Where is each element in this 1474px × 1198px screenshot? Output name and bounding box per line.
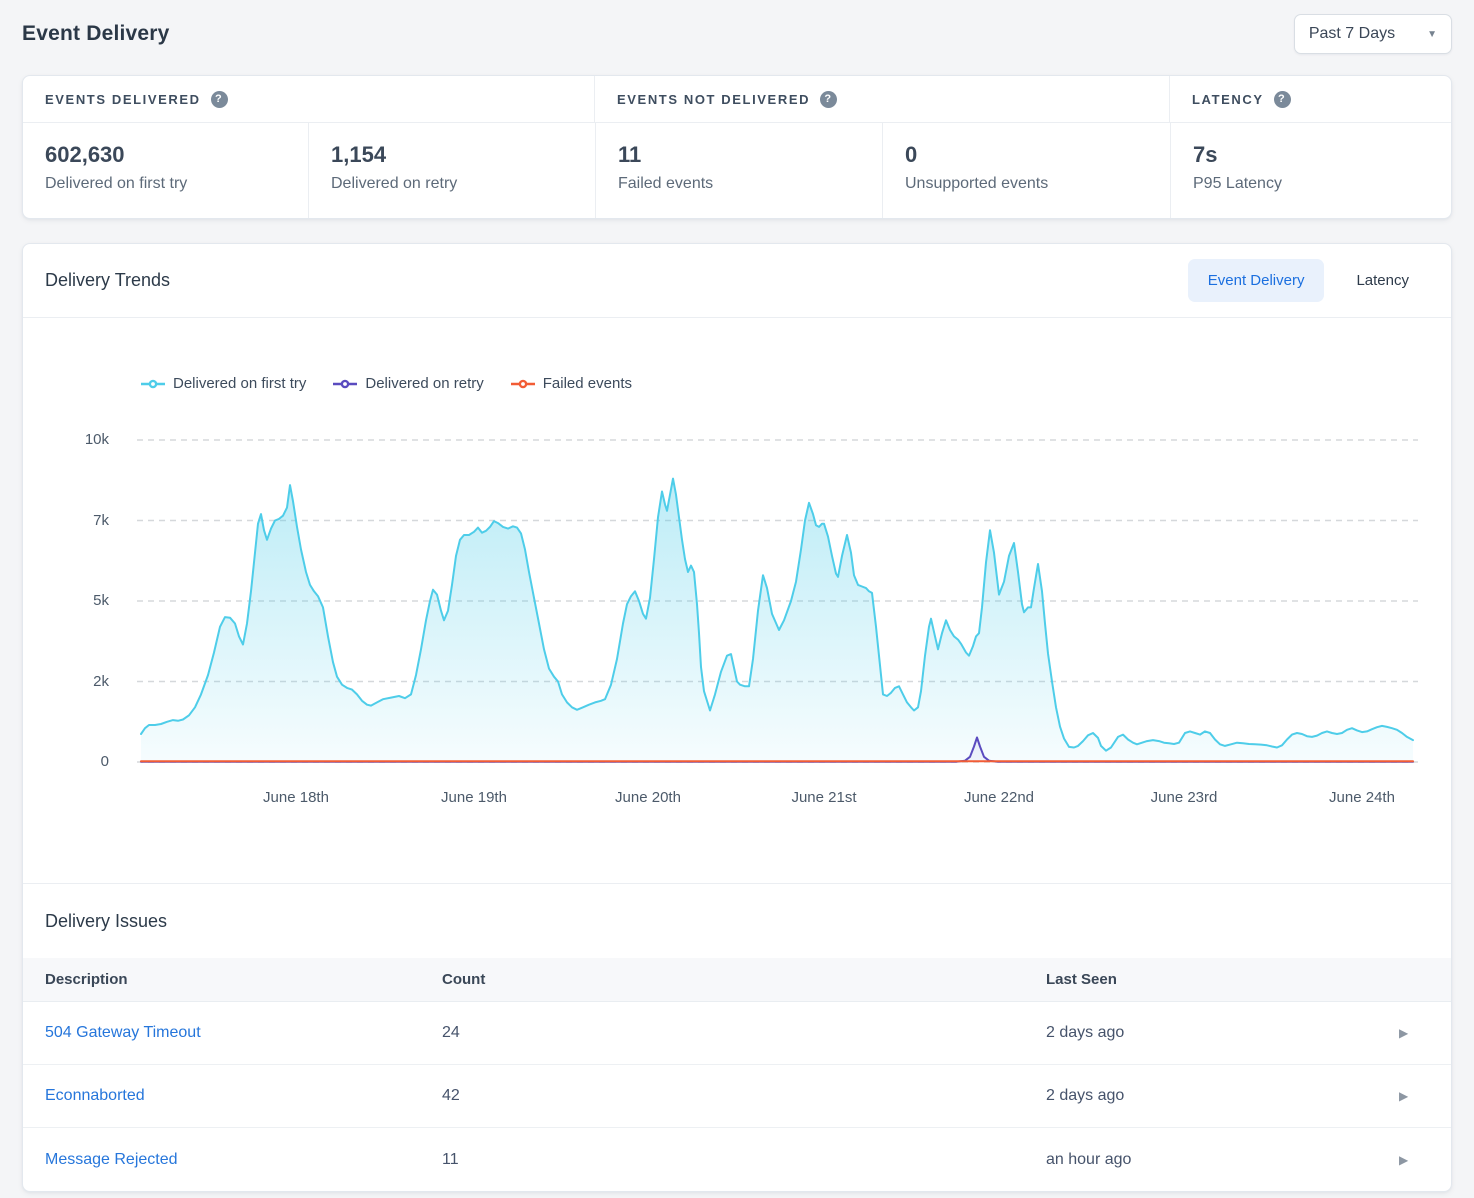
stat-delivered-first-try: 602,630 Delivered on first try <box>23 123 309 218</box>
trends-title: Delivery Trends <box>45 270 170 291</box>
y-axis-tick: 7k <box>23 511 109 531</box>
issue-count: 24 <box>442 1024 1046 1042</box>
line-dot-marker-icon <box>511 378 535 390</box>
stat-value: 7s <box>1193 142 1451 168</box>
delivery-issues-section: Delivery Issues Description Count Last S… <box>23 883 1451 1191</box>
chevron-right-icon[interactable]: ▶ <box>1399 1089 1451 1103</box>
table-row[interactable]: 504 Gateway Timeout 24 2 days ago ▶ <box>23 1002 1451 1065</box>
stats-group-label: EVENTS NOT DELIVERED <box>617 92 810 107</box>
stat-caption: Failed events <box>618 175 882 193</box>
issue-count: 11 <box>442 1151 1046 1169</box>
x-axis-label: June 23rd <box>1119 789 1249 806</box>
x-axis-label: June 18th <box>231 789 361 806</box>
help-icon[interactable]: ? <box>1274 91 1291 108</box>
stats-group-events-not-delivered: EVENTS NOT DELIVERED ? <box>595 76 1170 122</box>
issue-link[interactable]: 504 Gateway Timeout <box>45 1024 201 1041</box>
x-axis-label: June 24th <box>1297 789 1427 806</box>
trends-chart-svg <box>23 417 1453 777</box>
chevron-right-icon[interactable]: ▶ <box>1399 1153 1451 1167</box>
stats-group-latency: LATENCY ? <box>1170 76 1451 122</box>
stats-card: EVENTS DELIVERED ? EVENTS NOT DELIVERED … <box>22 75 1452 219</box>
legend-label: Delivered on retry <box>365 375 483 392</box>
stats-values-row: 602,630 Delivered on first try 1,154 Del… <box>23 123 1451 218</box>
stats-group-events-delivered: EVENTS DELIVERED ? <box>23 76 595 122</box>
stat-p95-latency: 7s P95 Latency <box>1171 123 1451 218</box>
y-axis-tick: 5k <box>23 591 109 611</box>
legend-label: Failed events <box>543 375 632 392</box>
stat-value: 11 <box>618 142 882 168</box>
chart-legend: Delivered on first try Delivered on retr… <box>141 375 632 392</box>
table-row[interactable]: Econnaborted 42 2 days ago ▶ <box>23 1065 1451 1128</box>
issue-last-seen: 2 days ago <box>1046 1087 1399 1105</box>
column-count: Count <box>442 971 1046 988</box>
issue-count: 42 <box>442 1087 1046 1105</box>
stats-group-label: LATENCY <box>1192 92 1264 107</box>
help-icon[interactable]: ? <box>211 91 228 108</box>
issues-table-header: Description Count Last Seen <box>23 958 1451 1002</box>
stat-value: 0 <box>905 142 1170 168</box>
legend-item-retry[interactable]: Delivered on retry <box>333 375 483 392</box>
table-row[interactable]: Message Rejected 11 an hour ago ▶ <box>23 1128 1451 1191</box>
line-dot-marker-icon <box>141 378 165 390</box>
stat-caption: Delivered on first try <box>45 175 308 193</box>
trends-card: Delivery Trends Event Delivery Latency D… <box>22 243 1452 1192</box>
y-axis-tick: 10k <box>23 430 109 450</box>
chevron-right-icon[interactable]: ▶ <box>1399 1026 1451 1040</box>
stat-value: 602,630 <box>45 142 308 168</box>
stats-header-row: EVENTS DELIVERED ? EVENTS NOT DELIVERED … <box>23 76 1451 123</box>
y-axis-tick: 2k <box>23 672 109 692</box>
x-axis-label: June 21st <box>759 789 889 806</box>
legend-item-failed[interactable]: Failed events <box>511 375 632 392</box>
x-axis-label: June 20th <box>583 789 713 806</box>
stat-failed-events: 11 Failed events <box>596 123 883 218</box>
stat-value: 1,154 <box>331 142 595 168</box>
event-delivery-page: Event Delivery Past 7 Days ▼ EVENTS DELI… <box>0 0 1474 1192</box>
line-dot-marker-icon <box>333 378 357 390</box>
issue-link[interactable]: Econnaborted <box>45 1087 145 1104</box>
column-last-seen: Last Seen <box>1046 971 1399 988</box>
time-range-dropdown[interactable]: Past 7 Days ▼ <box>1294 14 1452 54</box>
issues-title: Delivery Issues <box>23 884 1451 958</box>
page-header: Event Delivery Past 7 Days ▼ <box>22 0 1452 58</box>
issue-link[interactable]: Message Rejected <box>45 1151 178 1168</box>
tab-event-delivery[interactable]: Event Delivery <box>1188 259 1325 302</box>
stat-caption: Unsupported events <box>905 175 1170 193</box>
help-icon[interactable]: ? <box>820 91 837 108</box>
legend-label: Delivered on first try <box>173 375 306 392</box>
legend-item-first-try[interactable]: Delivered on first try <box>141 375 306 392</box>
trends-tabs: Event Delivery Latency <box>1188 259 1429 302</box>
stat-unsupported-events: 0 Unsupported events <box>883 123 1171 218</box>
delivery-trends-chart: Delivered on first try Delivered on retr… <box>23 318 1451 883</box>
issue-last-seen: an hour ago <box>1046 1151 1399 1169</box>
chevron-down-icon: ▼ <box>1427 29 1437 40</box>
stat-caption: P95 Latency <box>1193 175 1451 193</box>
tab-latency[interactable]: Latency <box>1336 259 1429 302</box>
stats-group-label: EVENTS DELIVERED <box>45 92 201 107</box>
y-axis-tick: 0 <box>23 752 109 772</box>
x-axis-label: June 19th <box>409 789 539 806</box>
x-axis-label: June 22nd <box>934 789 1064 806</box>
page-title: Event Delivery <box>22 22 170 46</box>
time-range-value: Past 7 Days <box>1309 25 1395 43</box>
stat-caption: Delivered on retry <box>331 175 595 193</box>
stat-delivered-retry: 1,154 Delivered on retry <box>309 123 596 218</box>
column-description: Description <box>23 971 442 988</box>
issue-last-seen: 2 days ago <box>1046 1024 1399 1042</box>
trends-header: Delivery Trends Event Delivery Latency <box>23 244 1451 318</box>
